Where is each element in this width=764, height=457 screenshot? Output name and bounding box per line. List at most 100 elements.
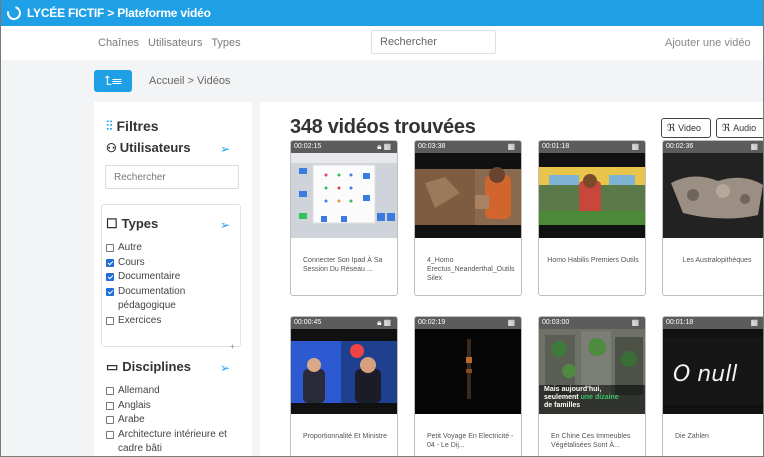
send-icon[interactable]: ➢ — [220, 218, 230, 232]
menu-toggle-button[interactable]: ⮤☰ — [94, 70, 132, 92]
discipline-option-arabe[interactable]: Arabe — [106, 413, 246, 428]
overlay-text-2a: seulement — [544, 394, 581, 401]
thumbnail-image — [663, 153, 763, 238]
film-icon: ▦ — [631, 318, 641, 327]
video-duration-bar: 00:01:18 ▦ — [663, 317, 763, 329]
checkbox[interactable] — [106, 416, 114, 424]
nav-link-types[interactable]: Types — [211, 37, 240, 49]
video-title[interactable]: Homo Habilis Premiers Outils — [545, 256, 641, 265]
video-card[interactable]: 00:02:19 ▦ Petit Voyage En Electricité -… — [414, 316, 522, 456]
type-option-exercices[interactable]: Exercices — [106, 314, 234, 329]
logo-icon — [4, 3, 24, 23]
rss-icon: ℜ — [722, 122, 731, 134]
add-video-link[interactable]: Ajouter une vidéo — [665, 37, 751, 49]
top-bar: LYCÉE FICTIF > Plateforme vidéo — [1, 0, 763, 26]
checkbox-checked[interactable] — [106, 258, 114, 267]
nav-links: Chaînes Utilisateurs Types — [98, 37, 247, 49]
cave-man-thumbnail — [415, 153, 521, 238]
video-duration: 00:02:36 — [666, 143, 694, 150]
video-title[interactable]: Petit Voyage En Electricité - 04 - Le Di… — [427, 432, 517, 450]
menu-icon: ⮤☰ — [104, 73, 122, 88]
film-icon: ▦ — [750, 318, 760, 327]
audio-feed-button[interactable]: ℜ Audio — [716, 118, 763, 138]
video-card[interactable]: 00:03:00 ▦ Mais aujourd'hui, seulement u… — [538, 316, 646, 456]
video-title[interactable]: Die Zahlen — [675, 432, 763, 441]
video-title[interactable]: 4_Homo Erectus_Neanderthal_Outils Silex — [427, 256, 517, 283]
video-title[interactable]: En Chine Ces Immeubles Végétalisées Sont… — [551, 432, 641, 450]
main-nav: Chaînes Utilisateurs Types Ajouter une v… — [1, 26, 763, 60]
filters-heading: ⫶⫶ Filtres — [106, 118, 159, 134]
video-duration-bar: 00:03:00 ▦ — [539, 317, 645, 329]
film-icon: ▦ — [631, 142, 641, 151]
tablet-icon: ▭ — [106, 359, 119, 374]
film-icon: ▦ — [750, 142, 760, 151]
zahlen-text: O null — [673, 362, 737, 387]
checkbox[interactable] — [106, 244, 114, 252]
video-card[interactable]: 00:02:36 ▦ Les Australopithèques — [662, 140, 763, 296]
app-frame: LYCÉE FICTIF > Plateforme vidéo Chaînes … — [0, 0, 764, 457]
green-buildings-thumbnail: Mais aujourd'hui, seulement une dizaine … — [539, 329, 645, 414]
overlay-text-2b: une dizaine — [581, 394, 619, 401]
thumbnail-image — [291, 153, 397, 238]
breadcrumb-row: ⮤☰ Accueil > Vidéos — [1, 60, 763, 102]
type-option-autre[interactable]: Autre — [106, 241, 234, 256]
video-duration: 00:03:38 — [418, 143, 446, 150]
video-duration-bar: 00:00:45 🔒︎▦ — [291, 317, 397, 329]
video-duration: 00:00:45 — [294, 319, 322, 326]
video-duration-bar: 00:01:18 ▦ — [539, 141, 645, 153]
video-duration-bar: 00:02:15 🔒︎▦ — [291, 141, 397, 153]
type-option-documentation[interactable]: Documentation pédagogique — [106, 285, 234, 314]
ipad-settings-thumbnail — [291, 153, 397, 238]
video-title[interactable]: Les Australopithèques — [669, 256, 763, 265]
types-heading: ☐ Types — [106, 216, 158, 232]
type-option-cours[interactable]: Cours — [106, 256, 234, 271]
thumbnail-image — [539, 153, 645, 238]
thumbnail-image: O null — [663, 329, 763, 414]
users-icon: ⚇ — [106, 141, 117, 155]
types-title: Types — [121, 216, 159, 231]
type-option-documentaire[interactable]: Documentaire — [106, 270, 234, 285]
video-duration-bar: 00:02:19 ▦ — [415, 317, 521, 329]
tv-icon: ☐ — [106, 216, 118, 231]
video-title[interactable]: Connecter Son Ipad À Sa Session Du Résea… — [303, 256, 393, 274]
discipline-option-architecture[interactable]: Architecture intérieure et cadre bâti — [106, 428, 246, 457]
checkbox[interactable] — [106, 430, 114, 439]
filters-title: Filtres — [116, 118, 159, 134]
video-duration: 00:02:15 — [294, 143, 322, 150]
nav-link-chaines[interactable]: Chaînes — [98, 37, 139, 49]
checkbox-checked[interactable] — [106, 287, 114, 296]
video-card[interactable]: 00:01:18 ▦ Homo Habilis Premiers Outils — [538, 140, 646, 296]
send-icon[interactable]: ➢ — [220, 142, 230, 156]
film-icon: ▦ — [383, 142, 393, 151]
video-card[interactable]: 00:00:45 🔒︎▦ Proportionnalité Et Ministr… — [290, 316, 398, 456]
video-feed-button[interactable]: ℜ Video — [661, 118, 711, 138]
fossil-thumbnail — [663, 153, 763, 238]
dark-electricity-thumbnail — [415, 329, 521, 414]
sliders-icon: ⫶⫶ — [106, 118, 113, 133]
send-icon[interactable]: ➢ — [220, 361, 230, 375]
overlay-text-1: Mais aujourd'hui, — [544, 386, 601, 393]
users-heading: ⚇ Utilisateurs — [106, 140, 191, 155]
users-search-input[interactable] — [105, 165, 239, 189]
video-title[interactable]: Proportionnalité Et Ministre — [303, 432, 393, 441]
checkbox[interactable] — [106, 316, 114, 325]
checkbox[interactable] — [106, 401, 114, 410]
svg-text:seulement une dizaine: seulement une dizaine — [544, 394, 619, 401]
disciplines-heading: ▭ Disciplines — [106, 359, 191, 375]
homo-habilis-thumbnail — [539, 153, 645, 238]
video-card[interactable]: 00:03:38 ▦ 4_Homo Erectus_Neanderthal_Ou… — [414, 140, 522, 296]
app-title[interactable]: LYCÉE FICTIF > Plateforme vidéo — [27, 6, 211, 20]
rss-icon: ℜ — [667, 122, 676, 134]
resize-handle-icon[interactable]: + — [230, 342, 235, 351]
checkbox[interactable] — [106, 387, 114, 395]
discipline-option-allemand[interactable]: Allemand — [106, 384, 246, 399]
nav-link-utilisateurs[interactable]: Utilisateurs — [148, 37, 202, 49]
video-duration-bar: 00:03:38 ▦ — [415, 141, 521, 153]
checkbox-checked[interactable] — [106, 273, 114, 281]
discipline-option-anglais[interactable]: Anglais — [106, 399, 246, 414]
breadcrumb[interactable]: Accueil > Vidéos — [149, 75, 230, 87]
video-card[interactable]: 00:02:15 🔒︎▦ Connecter Son Ipad À Sa Ses… — [290, 140, 398, 296]
search-input[interactable] — [371, 30, 496, 54]
video-duration: 00:02:19 — [418, 319, 446, 326]
video-card[interactable]: 00:01:18 ▦ O null Die Zahlen — [662, 316, 763, 456]
